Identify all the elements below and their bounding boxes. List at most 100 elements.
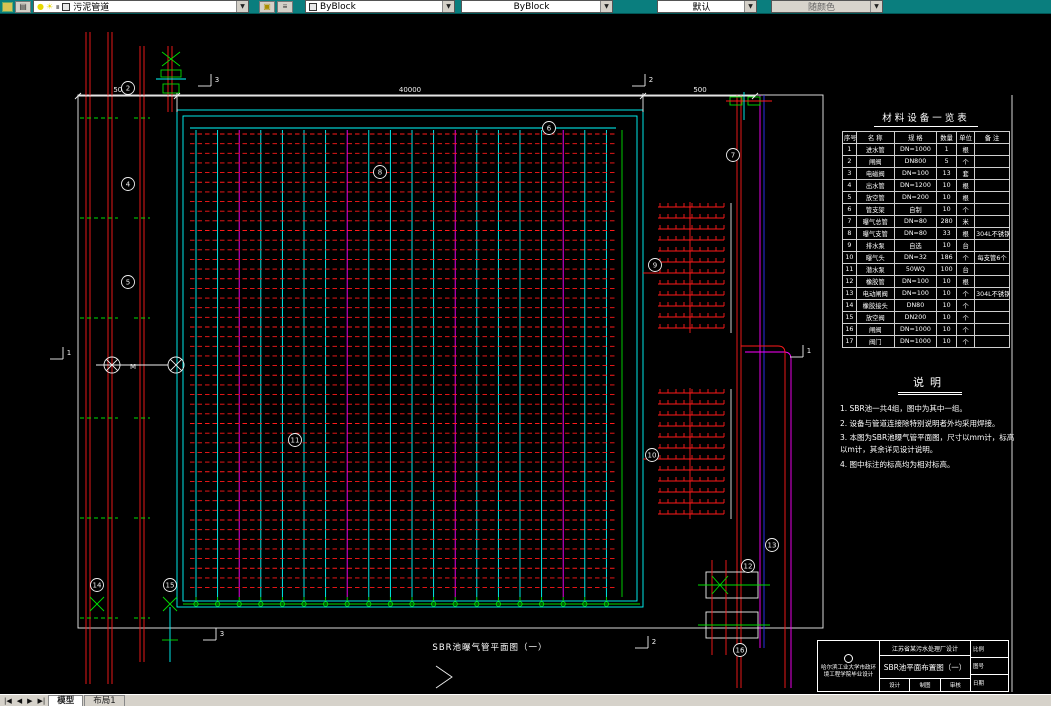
last-tab-button[interactable]: ▶| <box>36 697 48 705</box>
part-balloons: 2 4 5 6 8 7 9 10 11 12 13 14 15 16 <box>90 81 779 657</box>
make-current-icon: ▣ <box>263 2 271 11</box>
svg-text:3: 3 <box>220 630 224 638</box>
layer-thaw-icon: ☀ <box>45 1 54 11</box>
mat-row: 16 闸阀 DN=1000 10 个 <box>842 323 1010 336</box>
break-mark <box>435 665 453 689</box>
drain-sump <box>698 560 770 655</box>
mat-row: 9 排水泵 自选 10 台 <box>842 239 1010 252</box>
dim-text-main: 40000 <box>399 86 421 94</box>
svg-text:7: 7 <box>731 152 735 160</box>
linetype-value: ByBlock <box>513 1 550 12</box>
lineweight-combo[interactable]: 默认 ▼ <box>657 0 757 13</box>
application-window: M 500 40000 500 2 4 5 6 8 7 9 10 11 12 1… <box>0 0 1051 706</box>
mat-row: 12 橡胶管 DN=100 10 根 <box>842 275 1010 288</box>
layer-combo[interactable]: ● ☀ ∎ 污泥管道 ▼ <box>33 0 249 13</box>
mat-row: 8 曝气支管 DN=80 33 根 304L不锈钢 <box>842 227 1010 240</box>
plotstyle-value: 随颜色 <box>807 3 835 13</box>
object-properties-toolbar: ▤ ● ☀ ∎ 污泥管道 ▼ ▣ ≡ ByBlock ▼ ByBlock ▼ 默… <box>0 0 1051 14</box>
layer-previous-button[interactable]: ≡ <box>277 0 293 13</box>
app-icon <box>2 1 13 12</box>
svg-text:4: 4 <box>126 181 131 189</box>
svg-text:1: 1 <box>807 347 811 355</box>
layer-combo-arrow[interactable]: ▼ <box>236 1 248 12</box>
color-swatch <box>309 2 317 11</box>
mat-col-header: 名 称 <box>855 131 895 144</box>
next-tab-button[interactable]: ▶ <box>25 697 34 705</box>
svg-text:13: 13 <box>768 542 777 550</box>
svg-text:14: 14 <box>93 582 102 590</box>
cell-check: 审核 <box>949 683 961 689</box>
svg-text:3: 3 <box>215 76 219 84</box>
tank-outline <box>176 109 644 608</box>
svg-text:16: 16 <box>736 647 745 655</box>
svg-text:2: 2 <box>649 76 653 84</box>
material-table: 材料设备一览表 序号名 称规 格数量 单位备 注 1 进水管 DN=1000 1 根 2 闸阀… <box>842 110 1010 348</box>
school-name: 哈尔滨工业大学市政环境工程学院毕业设计 <box>820 664 876 678</box>
mat-row: 1 进水管 DN=1000 1 根 <box>842 143 1010 156</box>
svg-text:15: 15 <box>166 582 175 590</box>
mat-row: 15 放空阀 DN200 10 个 <box>842 311 1010 324</box>
svg-text:2: 2 <box>652 638 656 646</box>
mat-col-header: 序号 <box>842 131 857 144</box>
layers-icon: ▤ <box>19 2 27 11</box>
layout-tab-bar: |◀ ◀ ▶ ▶| 模型 布局1 <box>0 694 1051 706</box>
svg-text:5: 5 <box>126 279 130 287</box>
color-combo-arrow[interactable]: ▼ <box>442 1 454 12</box>
linetype-combo-arrow[interactable]: ▼ <box>600 1 612 12</box>
lineweight-combo-arrow[interactable]: ▼ <box>744 1 756 12</box>
mat-row: 13 电动闸阀 DN=100 10 个 304L不锈钢 <box>842 287 1010 300</box>
cell-scale: 比例 <box>971 641 1008 658</box>
mat-row: 14 橡胶接头 DN80 10 个 <box>842 299 1010 312</box>
layer-name: 污泥管道 <box>73 3 110 13</box>
motor-valve-label: M <box>130 363 136 371</box>
drawing-caption: SBR池曝气管平面图（一） <box>432 643 548 653</box>
dim-text-right: 500 <box>693 86 706 94</box>
cell-no: 图号 <box>971 658 1008 675</box>
color-value: ByBlock <box>320 1 356 12</box>
section-marks: 3 2 3 2 11 <box>50 74 811 649</box>
linetype-combo[interactable]: ByBlock ▼ <box>461 0 613 13</box>
notes-block: 说明 1. SBR池一共4组，图中为其中一组。 2. 设备与管道连接除特别说明者外… <box>840 374 1020 473</box>
inlet-fittings <box>156 51 186 94</box>
tab-layout1[interactable]: 布局1 <box>84 695 125 706</box>
make-layer-current-button[interactable]: ▣ <box>259 0 275 13</box>
bottom-fittings <box>89 596 178 662</box>
plotstyle-combo: 随颜色 ▼ <box>771 0 883 13</box>
note-item: 2. 设备与管道连接除特别说明者外均采用焊接。 <box>840 418 1000 428</box>
mat-col-header: 规 格 <box>893 131 938 144</box>
mat-row: 2 闸阀 DN800 5 个 <box>842 155 1010 168</box>
note-item: 1. SBR池一共4组，图中为其中一组。 <box>840 404 967 413</box>
mat-col-header: 备 注 <box>974 131 1010 144</box>
notes-title: 说明 <box>898 374 962 395</box>
cell-date: 日期 <box>973 681 985 687</box>
lineweight-value: 默认 <box>692 3 711 13</box>
mat-row: 5 放空管 DN=200 10 根 <box>842 191 1010 204</box>
svg-text:2: 2 <box>126 85 130 93</box>
mat-row: 17 阀门 DN=1000 10 个 <box>842 335 1010 348</box>
mat-row: 6 管支架 自制 10 个 <box>842 203 1010 216</box>
dimension-line: 500 40000 500 <box>74 86 759 112</box>
first-tab-button[interactable]: |◀ <box>2 697 14 705</box>
cell-design: 设计 <box>880 679 911 691</box>
tab-model[interactable]: 模型 <box>48 695 84 706</box>
layer-lock-icon: ∎ <box>55 1 61 11</box>
svg-text:11: 11 <box>291 437 300 445</box>
layer-previous-icon: ≡ <box>282 2 288 11</box>
material-table-grid: 序号名 称规 格数量 单位备 注 1 进水管 DN=1000 1 根 2 闸阀 DN800 5 个 3… <box>842 131 1010 348</box>
mat-row: 4 出水管 DN=1200 10 根 <box>842 179 1010 192</box>
layer-manager-button[interactable]: ▤ <box>15 0 31 13</box>
color-combo[interactable]: ByBlock ▼ <box>305 0 455 13</box>
cell-draw: 制图 <box>910 679 941 691</box>
right-pipes <box>736 95 792 688</box>
mat-col-header: 数量 <box>936 131 958 144</box>
cad-drawing-canvas[interactable]: M 500 40000 500 24568791011121314 1516 3… <box>0 0 1051 706</box>
mat-row: 3 电磁阀 DN=100 13 套 <box>842 167 1010 180</box>
svg-text:10: 10 <box>648 452 657 460</box>
mat-row: 11 潜水泵 50WQ 100 台 <box>842 263 1010 276</box>
svg-text:6: 6 <box>547 125 552 133</box>
svg-text:8: 8 <box>378 169 382 177</box>
layer-color-chip <box>62 2 71 11</box>
project-name: 江苏省某污水处理厂设计 <box>880 641 970 656</box>
prev-tab-button[interactable]: ◀ <box>15 697 24 705</box>
title-block: 哈尔滨工业大学市政环境工程学院毕业设计 江苏省某污水处理厂设计 SBR池平面布置… <box>817 640 1009 692</box>
